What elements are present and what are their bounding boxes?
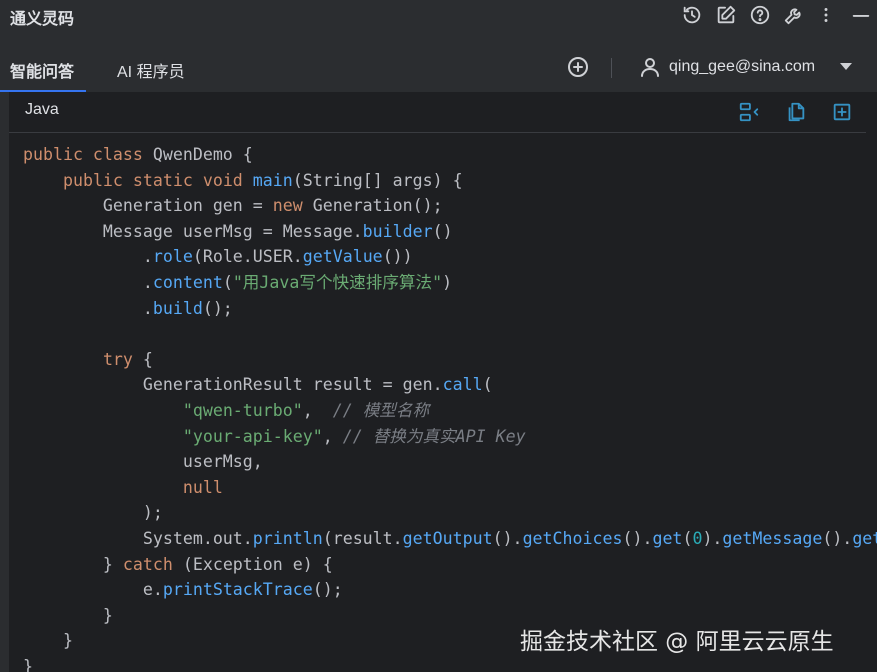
code-line: "your-api-key", // 替换为真实API Key bbox=[182, 426, 526, 446]
new-file-icon[interactable] bbox=[831, 101, 853, 123]
minimize-icon[interactable] bbox=[850, 4, 872, 26]
app-title: 通义灵码 bbox=[10, 11, 75, 28]
code-line: public class QwenDemo { bbox=[23, 145, 253, 164]
user-account-email[interactable]: qing_gee@sina.com bbox=[669, 58, 815, 76]
code-line: Generation gen = new Generation(); bbox=[23, 196, 443, 216]
more-vertical-icon[interactable] bbox=[815, 4, 837, 26]
user-icon bbox=[638, 55, 662, 79]
code-line: .content("用Java写个快速排序算法") bbox=[23, 272, 453, 292]
code-content[interactable]: public class QwenDemo { public static vo… bbox=[23, 142, 877, 672]
code-line: .build(); bbox=[23, 298, 233, 318]
code-line: public static void main(String[] args) { bbox=[62, 170, 463, 190]
help-icon[interactable] bbox=[749, 4, 771, 26]
code-line: try { bbox=[102, 349, 153, 369]
code-line: "qwen-turbo", // 模型名称 bbox=[182, 400, 430, 420]
new-chat-icon[interactable] bbox=[566, 55, 590, 79]
settings-wrench-icon[interactable] bbox=[783, 4, 805, 26]
tab-bar: 智能问答 AI 程序员 qing_gee@sina.com bbox=[0, 44, 877, 92]
code-line: .role(Role.USER.getValue()) bbox=[23, 247, 413, 267]
watermark: 掘金技术社区 @ 阿里云云原生 bbox=[520, 629, 834, 655]
code-line: GenerationResult result = gen.call( bbox=[23, 375, 493, 395]
edit-icon[interactable] bbox=[715, 4, 737, 26]
code-line: userMsg, bbox=[23, 452, 263, 472]
code-block: Java public class QwenDemo { public stat… bbox=[9, 92, 877, 672]
chevron-down-icon[interactable] bbox=[840, 63, 852, 70]
divider bbox=[611, 58, 612, 78]
code-language-label: Java bbox=[25, 101, 59, 118]
code-line: null bbox=[182, 477, 223, 497]
copy-icon[interactable] bbox=[785, 101, 807, 123]
code-line: Message userMsg = Message.builder() bbox=[23, 221, 453, 241]
history-icon[interactable] bbox=[681, 4, 703, 26]
tab-smart-qa[interactable]: 智能问答 bbox=[10, 58, 74, 82]
code-line: } bbox=[23, 656, 33, 672]
code-line: ); bbox=[23, 503, 163, 523]
insert-at-cursor-icon[interactable] bbox=[738, 101, 760, 123]
code-line: System.out.println(result.getOutput().ge… bbox=[23, 528, 877, 548]
code-line: e.printStackTrace(); bbox=[23, 580, 343, 600]
tab-ai-programmer[interactable]: AI 程序员 bbox=[117, 58, 185, 82]
code-block-header: Java bbox=[9, 92, 866, 133]
title-bar: 通义灵码 bbox=[0, 0, 877, 30]
code-line: } catch (Exception e) { bbox=[23, 554, 333, 574]
